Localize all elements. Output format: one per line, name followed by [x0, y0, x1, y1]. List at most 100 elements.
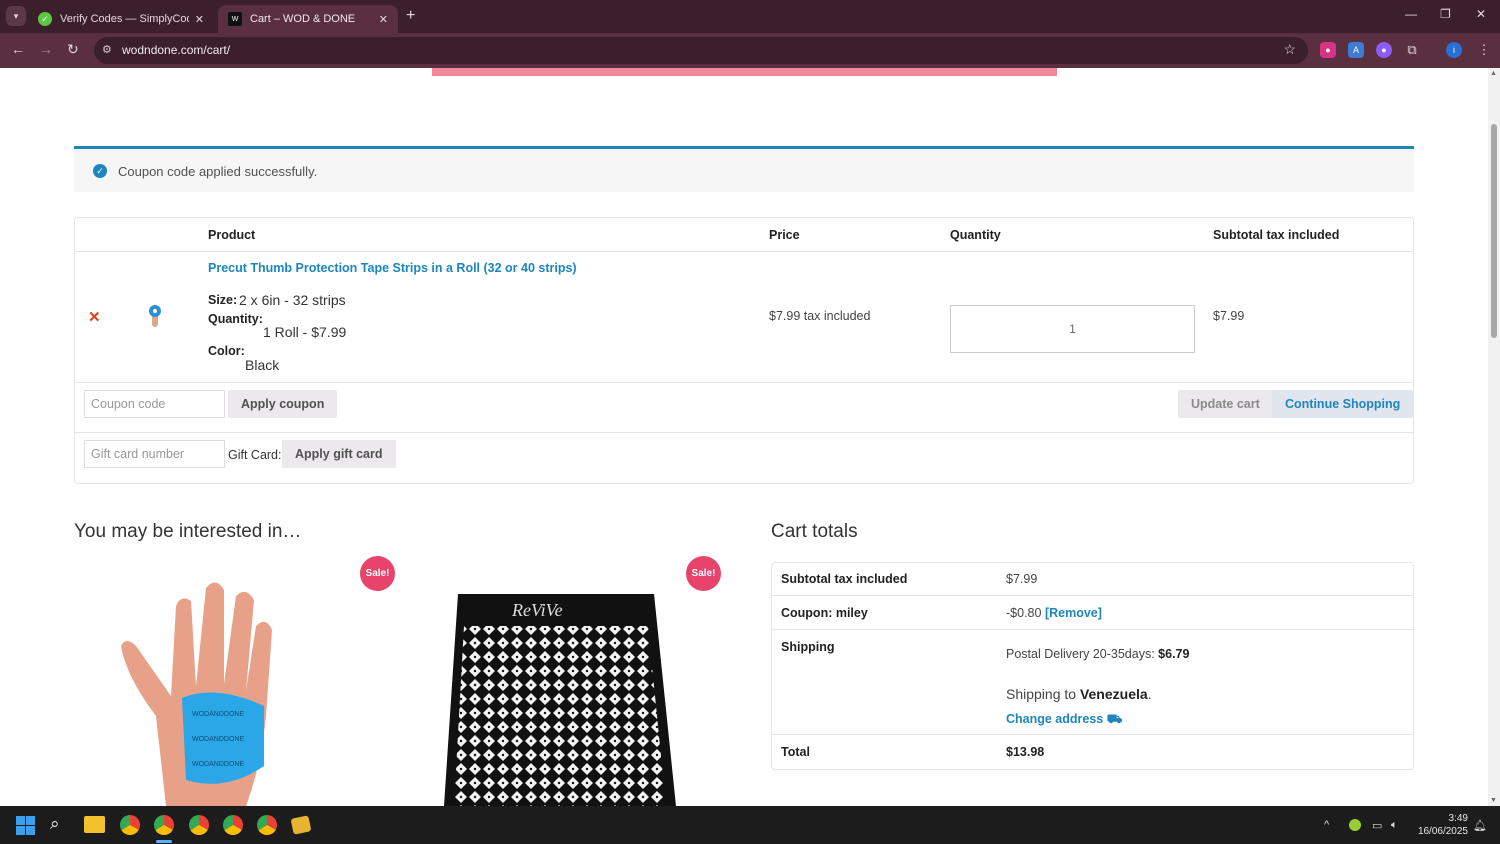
close-tab-icon[interactable]: ✕	[379, 13, 388, 26]
bookmark-star-icon[interactable]: ☆	[1283, 41, 1296, 58]
tray-chevron-icon[interactable]: ^	[1324, 819, 1329, 831]
truck-icon: ⛟	[1106, 712, 1123, 726]
update-cart-button[interactable]: Update cart	[1178, 390, 1273, 418]
size-label: Size:	[208, 293, 238, 307]
translate-extension-icon[interactable]: A	[1348, 42, 1364, 58]
total-value: $13.98	[1006, 745, 1045, 759]
network-icon[interactable]: ▭	[1372, 819, 1382, 832]
minimize-icon[interactable]: —	[1405, 7, 1417, 21]
coupon-label: Coupon: miley	[781, 606, 868, 620]
tab-title: Cart – WOD & DONE	[250, 13, 356, 25]
sale-badge: Sale!	[686, 556, 721, 591]
tab-verify-codes[interactable]: ✓ Verify Codes — SimplyCodes ✕	[28, 5, 214, 33]
header-product: Product	[208, 228, 256, 242]
totals-subtotal-label: Subtotal tax included	[781, 572, 908, 586]
divider	[75, 432, 1413, 433]
app-icon[interactable]	[290, 815, 312, 835]
change-address-link[interactable]: Change address ⛟	[1006, 712, 1122, 728]
coupon-code-input[interactable]	[84, 390, 225, 418]
shipping-label: Shipping	[781, 640, 835, 654]
shipping-method: Postal Delivery 20-35days: $6.79	[1006, 647, 1190, 661]
total-label: Total	[781, 745, 810, 759]
clock-time: 3:49	[1448, 813, 1468, 824]
divider	[75, 382, 1413, 383]
divider	[772, 595, 1413, 596]
active-app-indicator	[156, 840, 172, 843]
simplycodes-favicon-icon: ✓	[38, 12, 52, 26]
size-value: 2 x 6in - 32 strips	[239, 292, 346, 308]
header-subtotal: Subtotal tax included	[1213, 228, 1340, 242]
address-bar[interactable]: ⚙ wodndone.com/cart/ ☆	[94, 37, 1308, 64]
remove-item-icon[interactable]: ✕	[88, 308, 101, 326]
browser-toolbar: ← → ↻ ⚙ wodndone.com/cart/ ☆ ● A ● ⧉ i ⋮	[0, 33, 1500, 68]
divider	[772, 734, 1413, 735]
continue-shopping-button[interactable]: Continue Shopping	[1272, 390, 1414, 418]
wodndone-favicon-icon: W	[228, 12, 242, 26]
header-accent-bar	[432, 68, 1057, 76]
scroll-up-icon[interactable]: ▲	[1490, 70, 1497, 77]
windows-taskbar: ⌕ ^ ▭ 🔈︎ 3:49 16/06/2025 🔔︎	[0, 806, 1500, 844]
extensions-puzzle-icon[interactable]: ⧉	[1404, 42, 1420, 58]
close-window-icon[interactable]: ✕	[1476, 7, 1486, 21]
file-explorer-icon[interactable]	[84, 816, 105, 833]
coupon-row-value: -$0.80 [Remove]	[1006, 606, 1102, 620]
remove-coupon-link[interactable]: [Remove]	[1045, 606, 1102, 620]
restore-icon[interactable]: ❐	[1440, 7, 1451, 21]
cart-totals-heading: Cart totals	[771, 521, 858, 542]
related-product-revive-mat[interactable]: ReViVe	[440, 566, 740, 806]
header-price: Price	[769, 228, 800, 242]
page-scrollbar[interactable]: ▲ ▼	[1488, 68, 1500, 806]
chrome-icon[interactable]	[223, 815, 243, 835]
quantity-label: Quantity:	[208, 312, 263, 326]
mat-brand-text: ReViVe	[511, 600, 563, 620]
scrollbar-thumb[interactable]	[1491, 124, 1497, 338]
site-info-icon[interactable]: ⚙	[102, 43, 112, 56]
windows-start-icon[interactable]	[16, 816, 35, 835]
apply-coupon-button[interactable]: Apply coupon	[228, 390, 338, 418]
back-icon[interactable]: ←	[11, 41, 25, 57]
tab-cart[interactable]: W Cart – WOD & DONE ✕	[218, 5, 398, 33]
notifications-icon[interactable]: 🔔︎	[1473, 819, 1487, 832]
forward-icon[interactable]: →	[39, 41, 53, 57]
shipping-country: Venezuela	[1079, 686, 1148, 702]
svg-text:WODANDDONE: WODANDDONE	[192, 736, 244, 743]
gift-card-input[interactable]	[84, 440, 225, 468]
scroll-down-icon[interactable]: ▼	[1490, 797, 1497, 804]
chrome-icon[interactable]	[189, 815, 209, 835]
hand-tape-image[interactable]: WODANDDONE WODANDDONE WODANDDONE	[96, 566, 336, 806]
revive-mat-image[interactable]: ReViVe	[440, 566, 680, 806]
profile-avatar[interactable]: i	[1446, 42, 1462, 58]
item-price: $7.99 tax included	[769, 309, 871, 323]
extension-icon[interactable]: ●	[1376, 42, 1392, 58]
volume-icon[interactable]: 🔈︎	[1391, 819, 1398, 832]
related-products-heading: You may be interested in…	[74, 521, 302, 542]
url-text[interactable]: wodndone.com/cart/	[122, 43, 230, 57]
coupon-success-notice: ✓ Coupon code applied successfully.	[74, 146, 1414, 192]
chrome-icon[interactable]	[120, 815, 140, 835]
svg-text:WODANDDONE: WODANDDONE	[192, 761, 244, 768]
new-tab-icon[interactable]: +	[406, 7, 415, 25]
shield-extension-icon[interactable]: ●	[1320, 42, 1336, 58]
totals-subtotal-value: $7.99	[1006, 572, 1038, 586]
divider	[772, 629, 1413, 630]
chrome-icon[interactable]	[154, 815, 174, 835]
quantity-value: 1 Roll - $7.99	[263, 324, 347, 340]
reload-icon[interactable]: ↻	[67, 41, 79, 58]
apply-gift-card-button[interactable]: Apply gift card	[282, 440, 396, 468]
shipping-cost: $6.79	[1158, 647, 1190, 661]
product-name-link[interactable]: Precut Thumb Protection Tape Strips in a…	[208, 261, 577, 275]
tab-search-icon[interactable]: ▾	[6, 6, 26, 26]
close-tab-icon[interactable]: ✕	[195, 13, 204, 26]
browser-menu-icon[interactable]: ⋮	[1476, 42, 1492, 58]
product-thumbnail[interactable]	[144, 303, 166, 329]
browser-tab-bar: ▾ ✓ Verify Codes — SimplyCodes ✕ W Cart …	[0, 0, 1500, 33]
search-icon[interactable]: ⌕	[50, 814, 60, 834]
related-product-thumb-tape[interactable]: WODANDDONE WODANDDONE WODANDDONE	[96, 566, 396, 806]
quantity-input[interactable]	[950, 305, 1195, 353]
clock-date: 16/06/2025	[1417, 826, 1468, 837]
tray-app-icon[interactable]	[1349, 819, 1361, 831]
system-clock[interactable]: 3:49 16/06/2025	[1410, 812, 1468, 838]
gift-card-label: Gift Card:	[228, 448, 282, 462]
chrome-icon[interactable]	[257, 815, 277, 835]
header-quantity: Quantity	[950, 228, 1001, 242]
